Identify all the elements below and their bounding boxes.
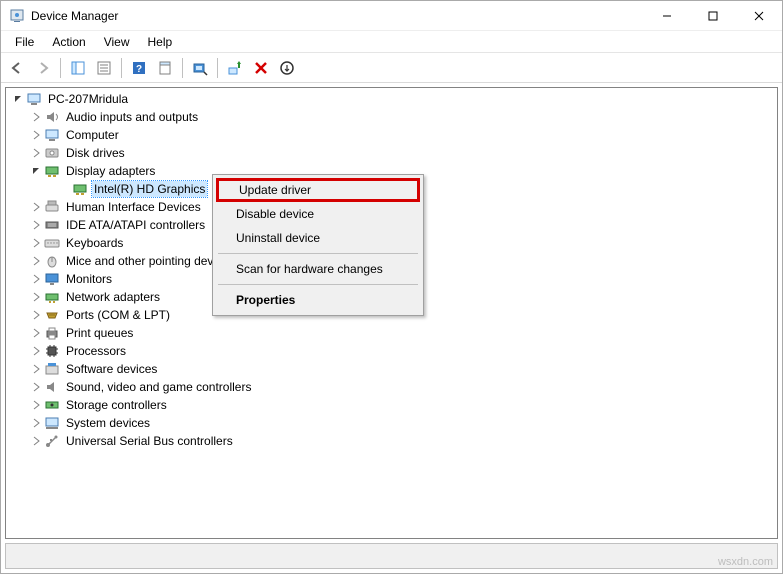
sound-icon (44, 379, 60, 395)
disk-icon (44, 145, 60, 161)
tree-item-processors[interactable]: Processors (6, 342, 777, 360)
status-bar (5, 543, 778, 569)
expand-icon[interactable] (28, 127, 44, 143)
collapse-icon[interactable] (28, 163, 44, 179)
watermark: wsxdn.com (718, 556, 773, 568)
context-update-driver[interactable]: Update driver (216, 178, 420, 202)
menu-view[interactable]: View (96, 33, 138, 51)
expand-icon[interactable] (28, 325, 44, 341)
expand-icon[interactable] (28, 289, 44, 305)
update-driver-button[interactable] (223, 56, 247, 80)
expand-icon[interactable] (28, 109, 44, 125)
expand-icon[interactable] (28, 253, 44, 269)
maximize-button[interactable] (690, 1, 736, 31)
toolbar-separator (121, 58, 122, 78)
expand-icon[interactable] (28, 415, 44, 431)
context-menu: Update driver Disable device Uninstall d… (212, 174, 424, 316)
tree-item-software[interactable]: Software devices (6, 360, 777, 378)
disable-device-button[interactable] (275, 56, 299, 80)
toolbar-separator (217, 58, 218, 78)
minimize-button[interactable] (644, 1, 690, 31)
menu-file[interactable]: File (7, 33, 42, 51)
toolbar: ? (1, 53, 782, 83)
selected-device-label: Intel(R) HD Graphics (92, 181, 207, 197)
uninstall-device-button[interactable] (249, 56, 273, 80)
svg-text:?: ? (136, 64, 142, 75)
properties-button[interactable] (92, 56, 116, 80)
back-button[interactable] (5, 56, 29, 80)
expand-icon[interactable] (28, 217, 44, 233)
toolbar-separator (60, 58, 61, 78)
display-adapter-icon (44, 163, 60, 179)
menubar: File Action View Help (1, 31, 782, 53)
system-icon (44, 415, 60, 431)
tree-root[interactable]: PC-207Mridula (6, 90, 777, 108)
network-icon (44, 289, 60, 305)
context-separator (218, 284, 418, 285)
tree-item-audio[interactable]: Audio inputs and outputs (6, 108, 777, 126)
cpu-icon (44, 343, 60, 359)
computer-icon (26, 91, 42, 107)
expand-icon[interactable] (28, 343, 44, 359)
expand-icon[interactable] (28, 235, 44, 251)
properties-sheet-button[interactable] (153, 56, 177, 80)
forward-button[interactable] (31, 56, 55, 80)
tree-item-sound[interactable]: Sound, video and game controllers (6, 378, 777, 396)
help-button[interactable]: ? (127, 56, 151, 80)
tree-item-print-queues[interactable]: Print queues (6, 324, 777, 342)
ide-icon (44, 217, 60, 233)
expand-icon[interactable] (28, 397, 44, 413)
keyboard-icon (44, 235, 60, 251)
expand-icon[interactable] (28, 379, 44, 395)
software-icon (44, 361, 60, 377)
audio-icon (44, 109, 60, 125)
printer-icon (44, 325, 60, 341)
expand-icon[interactable] (28, 271, 44, 287)
menu-action[interactable]: Action (44, 33, 93, 51)
computer-icon (44, 127, 60, 143)
toolbar-separator (182, 58, 183, 78)
expand-icon[interactable] (28, 307, 44, 323)
tree-item-computer[interactable]: Computer (6, 126, 777, 144)
usb-icon (44, 433, 60, 449)
ports-icon (44, 307, 60, 323)
context-scan-hardware[interactable]: Scan for hardware changes (216, 257, 420, 281)
mouse-icon (44, 253, 60, 269)
tree-root-label: PC-207Mridula (46, 91, 130, 107)
titlebar: Device Manager (1, 1, 782, 31)
app-icon (9, 8, 25, 24)
context-separator (218, 253, 418, 254)
tree-item-usb[interactable]: Universal Serial Bus controllers (6, 432, 777, 450)
close-button[interactable] (736, 1, 782, 31)
expand-icon[interactable] (28, 433, 44, 449)
context-properties[interactable]: Properties (216, 288, 420, 312)
display-adapter-icon (72, 181, 88, 197)
monitor-icon (44, 271, 60, 287)
context-disable-device[interactable]: Disable device (216, 202, 420, 226)
tree-item-disk[interactable]: Disk drives (6, 144, 777, 162)
context-uninstall-device[interactable]: Uninstall device (216, 226, 420, 250)
tree-item-storage[interactable]: Storage controllers (6, 396, 777, 414)
hid-icon (44, 199, 60, 215)
content-area: PC-207Mridula Audio inputs and outputs C… (1, 83, 782, 573)
collapse-icon[interactable] (10, 91, 26, 107)
window-title: Device Manager (31, 9, 118, 23)
tree-item-system[interactable]: System devices (6, 414, 777, 432)
storage-icon (44, 397, 60, 413)
expand-icon[interactable] (28, 199, 44, 215)
scan-hardware-button[interactable] (188, 56, 212, 80)
menu-help[interactable]: Help (140, 33, 181, 51)
expand-icon[interactable] (28, 145, 44, 161)
expand-icon[interactable] (28, 361, 44, 377)
show-hide-tree-button[interactable] (66, 56, 90, 80)
